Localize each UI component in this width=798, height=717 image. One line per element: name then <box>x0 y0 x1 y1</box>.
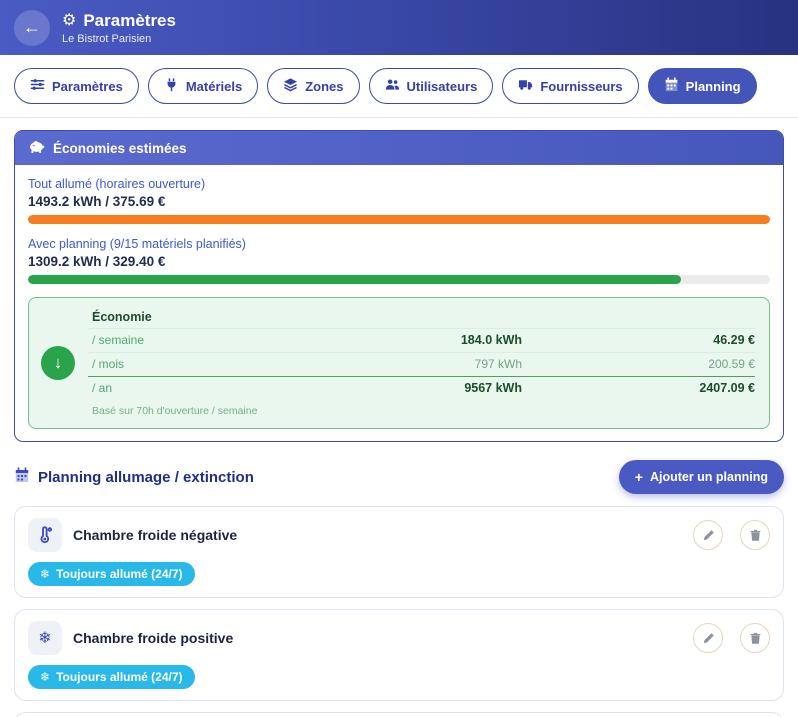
planning-title-text: Planning allumage / extinction <box>38 469 254 486</box>
snowflake-icon: ❄ <box>40 670 50 684</box>
economy-year-euro: 2407.09 € <box>522 381 755 395</box>
snowflake-icon: ❄ <box>40 567 50 581</box>
snowflake-icon: ❄ <box>28 621 62 655</box>
always-on-badge: ❄ Toujours allumé (24/7) <box>28 665 195 689</box>
with-planning-label: Avec planning (9/15 matériels planifiés) <box>28 237 770 251</box>
economy-week-label: / semaine <box>92 333 242 347</box>
tab-label: Utilisateurs <box>407 79 478 94</box>
edit-button[interactable] <box>693 520 723 550</box>
economy-note: Basé sur 70h d'ouverture / semaine <box>88 400 755 418</box>
always-on-badge: ❄ Toujours allumé (24/7) <box>28 562 195 586</box>
tab-zones[interactable]: Zones <box>267 68 359 104</box>
all-on-group: Tout allumé (horaires ouverture) 1493.2 … <box>28 177 770 224</box>
delete-button[interactable] <box>740 623 770 653</box>
restaurant-name: Le Bistrot Parisien <box>62 33 176 45</box>
economy-week-euro: 46.29 € <box>522 333 755 347</box>
tab-utilisateurs[interactable]: Utilisateurs <box>369 68 494 104</box>
economy-row-week: / semaine 184.0 kWh 46.29 € <box>88 328 755 352</box>
tab-planning[interactable]: Planning <box>648 68 757 104</box>
tab-label: Paramètres <box>52 79 123 94</box>
header-text: ⚙ Paramètres Le Bistrot Parisien <box>62 11 176 45</box>
tab-label: Zones <box>305 79 343 94</box>
economy-month-label: / mois <box>92 357 242 371</box>
add-planning-label: Ajouter un planning <box>650 470 768 484</box>
economy-month-euro: 200.59 € <box>522 357 755 371</box>
app-header: ← ⚙ Paramètres Le Bistrot Parisien <box>0 0 798 55</box>
tab-bar: Paramètres Matériels Zones Utilisateurs … <box>0 55 798 118</box>
plus-icon: + <box>635 469 643 485</box>
thermometer-icon <box>28 518 62 552</box>
tab-parametres[interactable]: Paramètres <box>14 68 139 104</box>
economy-row-year: / an 9567 kWh 2407.09 € <box>88 376 755 400</box>
piggy-bank-icon <box>28 139 45 157</box>
savings-card-title: Économies estimées <box>53 141 187 156</box>
edit-button[interactable] <box>693 623 723 653</box>
economy-summary-box: ↓ Économie / semaine 184.0 kWh 46.29 € /… <box>28 297 770 429</box>
all-on-progress-fill <box>28 215 770 224</box>
planning-section-title: Planning allumage / extinction <box>14 467 254 487</box>
economy-title: Économie <box>88 308 755 328</box>
always-on-badge-label: Toujours allumé (24/7) <box>56 567 182 581</box>
tab-label: Matériels <box>186 79 242 94</box>
users-icon <box>385 77 400 95</box>
gear-icon: ⚙ <box>62 13 76 29</box>
with-planning-progress-track <box>28 275 770 284</box>
economy-year-label: / an <box>92 381 242 395</box>
equipment-name: Chambre froide négative <box>73 527 676 543</box>
economy-year-kwh: 9567 kWh <box>242 381 522 395</box>
savings-card: Économies estimées Tout allumé (horaires… <box>14 130 784 442</box>
main-content: Économies estimées Tout allumé (horaires… <box>0 118 798 717</box>
always-on-badge-label: Toujours allumé (24/7) <box>56 670 182 684</box>
savings-card-header: Économies estimées <box>15 131 783 165</box>
tab-label: Planning <box>686 79 741 94</box>
economy-month-kwh: 797 kWh <box>242 357 522 371</box>
economy-row-month: / mois 797 kWh 200.59 € <box>88 352 755 376</box>
all-on-value: 1493.2 kWh / 375.69 € <box>28 194 770 209</box>
all-on-label: Tout allumé (horaires ouverture) <box>28 177 770 191</box>
plug-icon <box>164 77 179 95</box>
back-button[interactable]: ← <box>14 10 50 46</box>
planning-card-chambre-froide-negative: Chambre froide négative ❄ Toujours allum… <box>14 506 784 598</box>
tab-materiels[interactable]: Matériels <box>148 68 258 104</box>
planning-card-clim-reversible-salle: Clim réversible salle Mar 12:00 → 14:30 … <box>14 712 784 717</box>
calendar-icon <box>14 467 30 487</box>
page-title: Paramètres <box>83 11 176 31</box>
truck-icon <box>518 77 533 95</box>
add-planning-button[interactable]: + Ajouter un planning <box>619 460 784 494</box>
with-planning-value: 1309.2 kWh / 329.40 € <box>28 254 770 269</box>
layers-icon <box>283 77 298 95</box>
down-arrow-icon: ↓ <box>41 346 75 380</box>
equipment-name: Chambre froide positive <box>73 630 676 646</box>
tab-label: Fournisseurs <box>540 79 622 94</box>
with-planning-progress-fill <box>28 275 681 284</box>
sliders-icon <box>30 77 45 95</box>
all-on-progress-track <box>28 215 770 224</box>
calendar-icon <box>664 77 679 95</box>
tab-fournisseurs[interactable]: Fournisseurs <box>502 68 638 104</box>
delete-button[interactable] <box>740 520 770 550</box>
with-planning-group: Avec planning (9/15 matériels planifiés)… <box>28 237 770 284</box>
planning-card-chambre-froide-positive: ❄ Chambre froide positive ❄ Toujours all… <box>14 609 784 701</box>
economy-week-kwh: 184.0 kWh <box>242 333 522 347</box>
